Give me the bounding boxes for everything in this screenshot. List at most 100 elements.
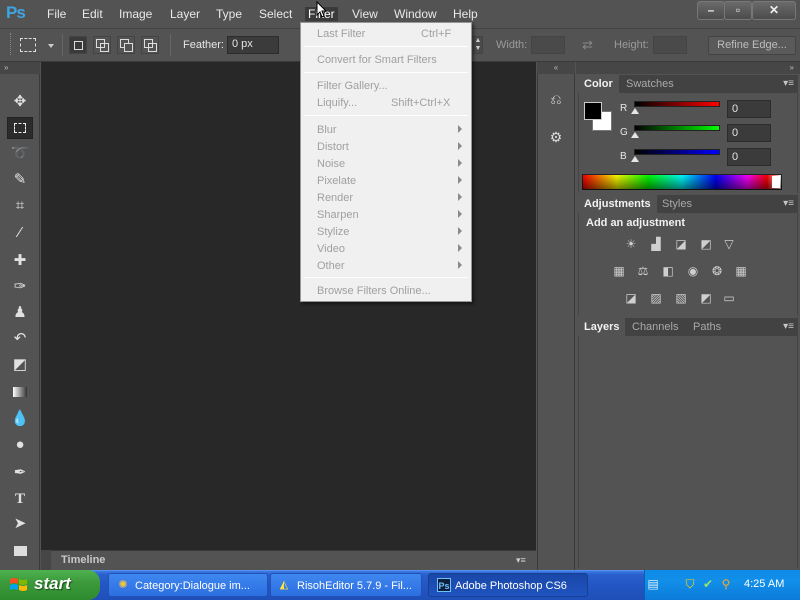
path-selection-tool-icon[interactable]: ➤: [7, 513, 33, 535]
invert-icon[interactable]: ◪: [622, 290, 640, 306]
green-slider-thumb[interactable]: [631, 132, 639, 138]
menu-item-stylize[interactable]: Stylize: [317, 226, 349, 238]
timeline-grip[interactable]: [41, 550, 51, 570]
taskbar-item-photoshop[interactable]: Adobe Photoshop CS6: [428, 573, 588, 597]
panel-menu-icon[interactable]: ▾≡: [783, 321, 794, 332]
gradient-map-icon[interactable]: ◩: [697, 290, 715, 306]
taskbar-item-dialogue[interactable]: Category:Dialogue im...: [108, 573, 268, 597]
menu-item-blur[interactable]: Blur: [317, 124, 337, 136]
tab-styles[interactable]: Styles: [656, 195, 698, 213]
menu-item-distort[interactable]: Distort: [317, 141, 349, 153]
dock-expand-icon[interactable]: «: [537, 62, 575, 74]
type-tool-icon[interactable]: T: [7, 488, 33, 510]
tab-adjustments[interactable]: Adjustments: [578, 195, 657, 213]
curves-icon[interactable]: ◪: [672, 236, 690, 252]
height-input[interactable]: [653, 36, 687, 54]
green-slider[interactable]: [634, 125, 720, 131]
clone-stamp-tool-icon[interactable]: ♟: [7, 302, 33, 324]
threshold-icon[interactable]: ▧: [672, 290, 690, 306]
subtract-selection-icon[interactable]: [117, 36, 135, 54]
menu-item-sharpen[interactable]: Sharpen: [317, 209, 359, 221]
menu-item-noise[interactable]: Noise: [317, 158, 345, 170]
crop-tool-icon[interactable]: ⌗: [7, 195, 33, 217]
toolbox-collapse-icon[interactable]: »: [0, 62, 40, 74]
style-dropdown-stepper[interactable]: ▲ ▼: [473, 36, 483, 54]
close-button[interactable]: ✕: [752, 1, 796, 20]
swap-icon[interactable]: ⇄: [582, 37, 593, 53]
eraser-tool-icon[interactable]: ◩: [7, 354, 33, 376]
red-slider-thumb[interactable]: [631, 108, 639, 114]
menu-edit[interactable]: Edit: [82, 7, 103, 21]
gradient-tool-icon[interactable]: [7, 381, 33, 403]
tab-layers[interactable]: Layers: [578, 318, 626, 336]
refine-edge-button[interactable]: Refine Edge...: [708, 36, 796, 55]
menu-view[interactable]: View: [352, 7, 378, 21]
menu-layer[interactable]: Layer: [170, 7, 200, 21]
blue-slider[interactable]: [634, 149, 720, 155]
menu-item-pixelate[interactable]: Pixelate: [317, 175, 356, 187]
menu-item-video[interactable]: Video: [317, 243, 345, 255]
menu-image[interactable]: Image: [119, 7, 152, 21]
panel-menu-icon[interactable]: ▾≡: [516, 555, 526, 566]
move-tool-icon[interactable]: ✥: [7, 91, 33, 113]
dodge-tool-icon[interactable]: ●: [7, 434, 33, 456]
search-icon[interactable]: ⚲: [719, 577, 733, 591]
menu-item-filter-gallery[interactable]: Filter Gallery...: [317, 80, 388, 92]
exposure-icon[interactable]: ◩: [697, 236, 715, 252]
green-value-input[interactable]: 0: [727, 124, 771, 142]
menu-item-convert-smart-filters[interactable]: Convert for Smart Filters: [317, 54, 437, 66]
marquee-tool-icon[interactable]: [7, 117, 33, 139]
volume-icon[interactable]: ✔: [701, 577, 715, 591]
brightness-contrast-icon[interactable]: ☀: [622, 236, 640, 252]
width-input[interactable]: [531, 36, 565, 54]
photo-filter-icon[interactable]: ◉: [684, 263, 702, 279]
color-lookup-icon[interactable]: ▦: [732, 263, 750, 279]
panel-menu-icon[interactable]: ▾≡: [783, 78, 794, 89]
red-value-input[interactable]: 0: [727, 100, 771, 118]
shape-tool-icon[interactable]: [7, 540, 33, 562]
tool-preset-icon[interactable]: [20, 38, 36, 52]
security-shield-icon[interactable]: ⛉: [683, 577, 697, 591]
add-selection-icon[interactable]: [93, 36, 111, 54]
menu-window[interactable]: Window: [394, 7, 437, 21]
new-selection-icon[interactable]: [69, 36, 87, 54]
blue-value-input[interactable]: 0: [727, 148, 771, 166]
menu-item-other[interactable]: Other: [317, 260, 345, 272]
menu-item-render[interactable]: Render: [317, 192, 353, 204]
levels-icon[interactable]: ▟: [647, 236, 665, 252]
tab-paths[interactable]: Paths: [687, 318, 727, 336]
eyedropper-tool-icon[interactable]: ⁄: [7, 222, 33, 244]
menu-item-liquify[interactable]: Liquify...: [317, 97, 357, 109]
white-swatch[interactable]: [772, 176, 780, 188]
tab-swatches[interactable]: Swatches: [620, 75, 680, 93]
menu-item-browse-filters-online[interactable]: Browse Filters Online...: [317, 285, 431, 297]
lasso-tool-icon[interactable]: ➰: [7, 143, 33, 165]
hue-saturation-icon[interactable]: ▦: [610, 263, 628, 279]
chevron-down-icon[interactable]: [48, 44, 54, 48]
foreground-color-swatch[interactable]: [584, 102, 602, 120]
blue-slider-thumb[interactable]: [631, 156, 639, 162]
selective-color-icon[interactable]: ▭: [720, 290, 738, 306]
menu-help[interactable]: Help: [453, 7, 478, 21]
menu-file[interactable]: File: [47, 7, 66, 21]
tab-timeline[interactable]: Timeline: [53, 550, 111, 570]
color-balance-icon[interactable]: ⚖: [634, 263, 652, 279]
menu-item-last-filter[interactable]: Last Filter: [317, 28, 365, 40]
quick-selection-tool-icon[interactable]: ✎: [7, 169, 33, 191]
pen-tool-icon[interactable]: ✒: [7, 462, 33, 484]
brush-tool-icon[interactable]: ✑: [7, 276, 33, 298]
vibrance-icon[interactable]: ▽: [720, 236, 738, 252]
menu-type[interactable]: Type: [216, 7, 242, 21]
history-icon[interactable]: ⎌: [545, 88, 567, 110]
feather-input[interactable]: 0 px: [227, 36, 279, 54]
intersect-selection-icon[interactable]: [141, 36, 159, 54]
restore-button[interactable]: ▫: [724, 1, 752, 20]
tab-channels[interactable]: Channels: [626, 318, 684, 336]
posterize-icon[interactable]: ▨: [647, 290, 665, 306]
healing-brush-tool-icon[interactable]: ✚: [7, 250, 33, 272]
taskbar-item-risoheditor[interactable]: RisohEditor 5.7.9 - Fil...: [270, 573, 422, 597]
black-white-icon[interactable]: ◧: [659, 263, 677, 279]
tab-color[interactable]: Color: [578, 75, 619, 93]
menu-select[interactable]: Select: [259, 7, 292, 21]
history-brush-tool-icon[interactable]: ↶: [7, 328, 33, 350]
